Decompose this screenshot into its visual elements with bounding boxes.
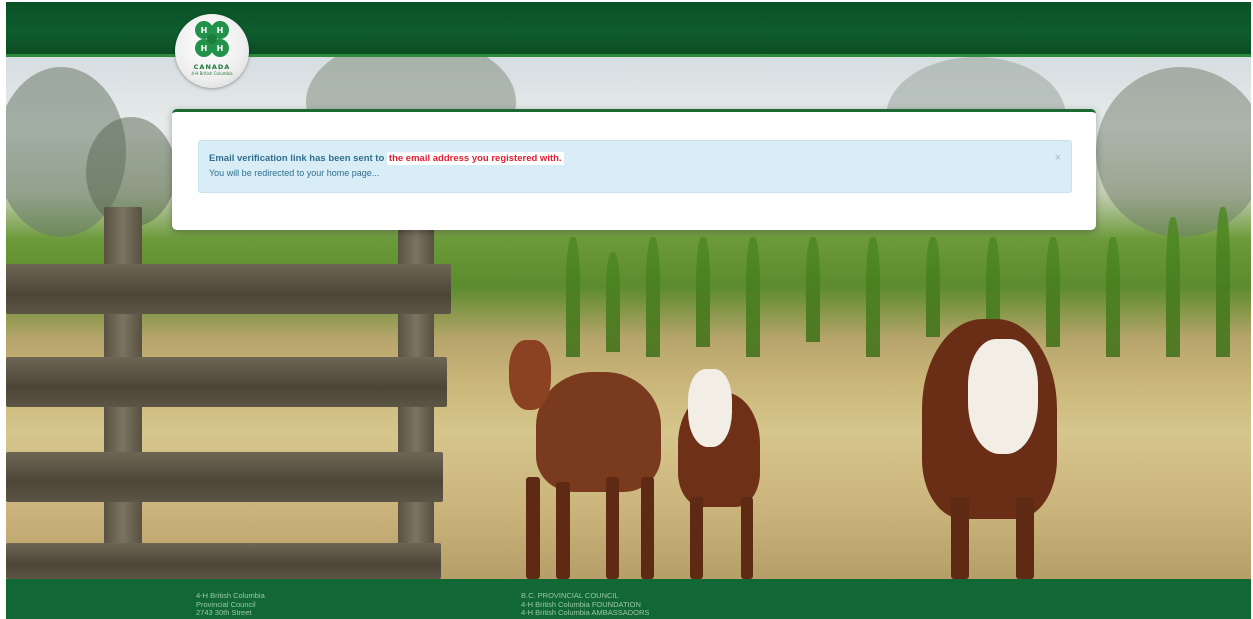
- footer-address: 4-H British Columbia Provincial Council …: [196, 591, 265, 618]
- info-alert: Email verification link has been sent to…: [198, 140, 1072, 193]
- page-frame: H H H H CANADA 4-H British Columbia Emai…: [6, 2, 1251, 619]
- verification-panel: Email verification link has been sent to…: [172, 109, 1096, 230]
- close-icon[interactable]: ×: [1055, 152, 1061, 164]
- svg-text:H: H: [217, 44, 224, 53]
- footer-links: B.C. PROVINCIAL COUNCIL 4-H British Colu…: [521, 591, 649, 618]
- footer-address-line: 2743 30th Street: [196, 608, 252, 617]
- svg-text:H: H: [201, 26, 208, 35]
- alert-message: Email verification link has been sent to…: [209, 152, 564, 165]
- svg-text:H: H: [217, 26, 224, 35]
- alert-redirect-message: You will be redirected to your home page…: [209, 168, 380, 178]
- logo-text-canada: CANADA: [193, 63, 231, 71]
- footer-link-ambassadors[interactable]: 4-H British Columbia AMBASSADORS: [521, 608, 649, 618]
- 4-h-canada-logo[interactable]: H H H H CANADA 4-H British Columbia: [175, 14, 249, 88]
- svg-text:H: H: [201, 44, 208, 53]
- footer: 4-H British Columbia Provincial Council …: [6, 579, 1251, 619]
- alert-message-prefix: Email verification link has been sent to: [209, 153, 385, 164]
- 4-h-clover-icon: H H H H: [195, 21, 229, 57]
- logo-text-bc: 4-H British Columbia: [191, 71, 233, 76]
- alert-email-highlight: the email address you registered with.: [386, 152, 564, 165]
